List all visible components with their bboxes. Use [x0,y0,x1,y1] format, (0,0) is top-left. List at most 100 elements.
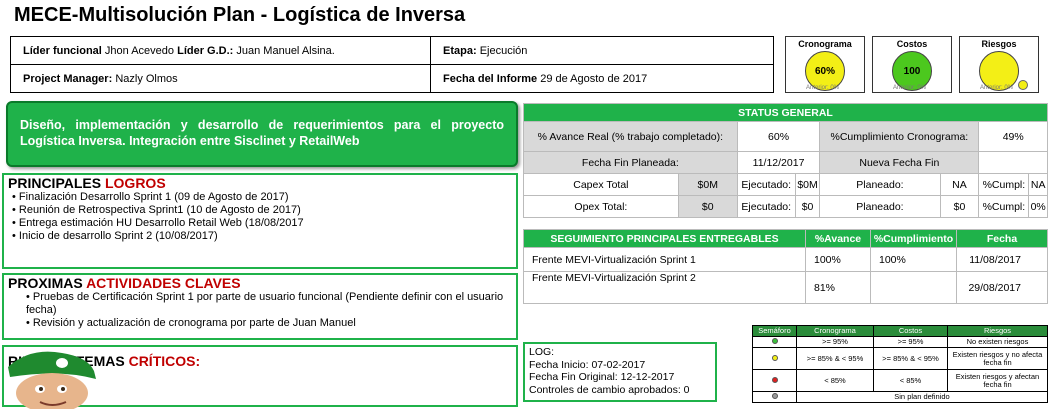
logros-section: PRINCIPALES LOGROS Finalización Desarrol… [2,173,518,269]
log-controles: Controles de cambio aprobados: 0 [529,383,690,396]
etapa-cell: Etapa: Ejecución [430,36,774,65]
nueva-fecha-fin-label: Nueva Fecha Fin [819,151,980,174]
capex-cumpl-label: %Cumpl: [978,173,1030,196]
log-fecha-fin: Fecha Fin Original: 12-12-2017 [529,371,675,383]
opex-ejecutado: $0 [794,195,821,218]
opex-cumpl-label: %Cumpl: [978,195,1030,218]
list-item: Pruebas de Certificación Sprint 1 por pa… [26,291,516,317]
riesgos-mini-dot [1018,80,1028,90]
avance-label: % Avance Real (% trabajo completado): [523,121,738,152]
lider-funcional-value: Jhon Acevedo [104,44,175,57]
seg-cell: 29/08/2017 [956,271,1048,304]
status-general-table: STATUS GENERAL % Avance Real (% trabajo … [523,103,1048,218]
opex-label: Opex Total: [523,195,679,218]
seg-header-fecha: Fecha [956,229,1048,248]
sem-cell: No existen riesgos [947,336,1048,348]
indicator-cronograma: Cronograma 60% Anterior: 0% [785,36,865,93]
riesgos-title-b: CRÍTICOS: [128,353,201,369]
indicator-prev: Anterior: 0% [980,85,1014,91]
seg-cell: 81% [805,271,871,304]
seg-cell [870,271,957,304]
seg-cell: 100% [870,247,957,272]
seg-cell: 11/08/2017 [956,247,1048,272]
project-description: Diseño, implementación y desarrollo de r… [6,101,518,167]
semaforo-legend-table: Semáforo Cronograma Costos Riesgos >= 95… [752,325,1048,403]
indicator-title: Costos [896,39,928,49]
status-header: STATUS GENERAL [523,103,1048,122]
leader-cell: Líder funcional Jhon Acevedo Líder G.D.:… [10,36,431,65]
table-row: < 85% < 85% Existen riesgos y afectan fe… [752,369,1048,392]
indicator-value: 100 [903,65,921,77]
sem-cell: < 85% [873,369,948,392]
mascot-image [8,351,96,409]
grey-dot-icon [771,393,778,399]
actividades-section: PROXIMAS ACTIVIDADES CLAVES Pruebas de C… [2,273,518,340]
seg-cell: Frente MEVI-Virtualización Sprint 2 [523,271,806,304]
sem-header: Riesgos [947,325,1048,337]
sem-dot-cell [752,336,797,348]
actividades-title-a: PROXIMAS [8,275,83,291]
list-item: Reunión de Retrospectiva Sprint1 (10 de … [12,204,516,217]
nueva-fecha-fin-value [978,151,1048,174]
sem-cell: >= 95% [873,336,948,348]
capex-planeado: NA [939,173,980,196]
indicator-prev: Anterior: 0% [806,85,840,91]
capex-label: Capex Total [523,173,679,196]
log-box: LOG: Fecha Inicio: 07-02-2017 Fecha Fin … [523,342,717,402]
seg-header-entregables: SEGUIMIENTO PRINCIPALES ENTREGABLES [523,229,806,248]
log-fecha-inicio: Fecha Inicio: 07-02-2017 [529,358,646,371]
capex-ejecutado-label: Ejecutado: [736,173,796,196]
actividades-title-b: ACTIVIDADES CLAVES [86,275,241,291]
sem-header: Costos [873,325,948,337]
opex-cumpl: 0% [1028,195,1048,218]
seguimiento-table: SEGUIMIENTO PRINCIPALES ENTREGABLES %Ava… [523,229,1048,304]
sem-cell: >= 85% & < 95% [873,347,948,370]
opex-planeado-label: Planeado: [819,195,941,218]
cumplimiento-value: 49% [978,121,1048,152]
capex-planeado-label: Planeado: [819,173,941,196]
fecha-fin-planeada-label: Fecha Fin Planeada: [523,151,738,174]
etapa-label: Etapa: [443,44,477,57]
lider-funcional-label: Líder funcional [23,44,102,57]
table-row: Sin plan definido [752,391,1048,403]
fecha-fin-planeada-value: 11/12/2017 [736,151,821,174]
indicator-riesgos: Riesgos Anterior: 0% [959,36,1039,93]
list-item: Entrega estimación HU Desarrollo Retail … [12,217,516,230]
red-dot-icon [771,376,778,383]
logros-title-b: LOGROS [104,175,166,191]
table-row: >= 95% >= 95% No existen riesgos [752,336,1048,348]
opex-planeado: $0 [939,195,980,218]
lider-gd-label: Líder G.D.: [177,44,234,57]
sem-cell: Existen riesgos y no afecta fecha fin [947,347,1048,370]
table-row: >= 85% & < 95% >= 85% & < 95% Existen ri… [752,347,1048,370]
sem-dot-cell [752,391,797,403]
indicator-costos: Costos 100 Anterior: 0% [872,36,952,93]
sem-cell: < 85% [796,369,874,392]
capex-ejecutado: $0M [794,173,821,196]
sem-cell: >= 85% & < 95% [796,347,874,370]
fecha-cell: Fecha del Informe 29 de Agosto de 2017 [430,64,774,93]
sem-cell: Existen riesgos y afectan fecha fin [947,369,1048,392]
actividades-title: PROXIMAS ACTIVIDADES CLAVES [4,275,516,291]
logros-title: PRINCIPALES LOGROS [4,175,516,191]
seg-header-avance: %Avance [805,229,871,248]
indicator-prev: Anterior: 0% [893,85,927,91]
sem-header: Cronograma [796,325,874,337]
seg-header-cumplimiento: %Cumplimiento [870,229,957,248]
list-item: Finalización Desarrollo Sprint 1 (09 de … [12,191,516,204]
sem-cell: Sin plan definido [796,391,1048,403]
logros-title-a: PRINCIPALES [8,175,102,191]
seg-cell: 100% [805,247,871,272]
table-row: Frente MEVI-Virtualización Sprint 2 81% … [523,271,1048,304]
indicator-title: Riesgos [981,39,1017,49]
indicator-value: 60% [814,65,835,77]
sem-cell: >= 95% [796,336,874,348]
capex-cumpl: NA [1028,173,1048,196]
pm-cell: Project Manager: Nazly Olmos [10,64,431,93]
project-info-table: Líder funcional Jhon Acevedo Líder G.D.:… [10,36,774,93]
seg-cell: Frente MEVI-Virtualización Sprint 1 [523,247,806,272]
green-dot-icon [771,338,778,344]
log-title: LOG: [529,346,555,358]
opex-total: $0 [677,195,738,218]
logros-list: Finalización Desarrollo Sprint 1 (09 de … [4,191,516,243]
